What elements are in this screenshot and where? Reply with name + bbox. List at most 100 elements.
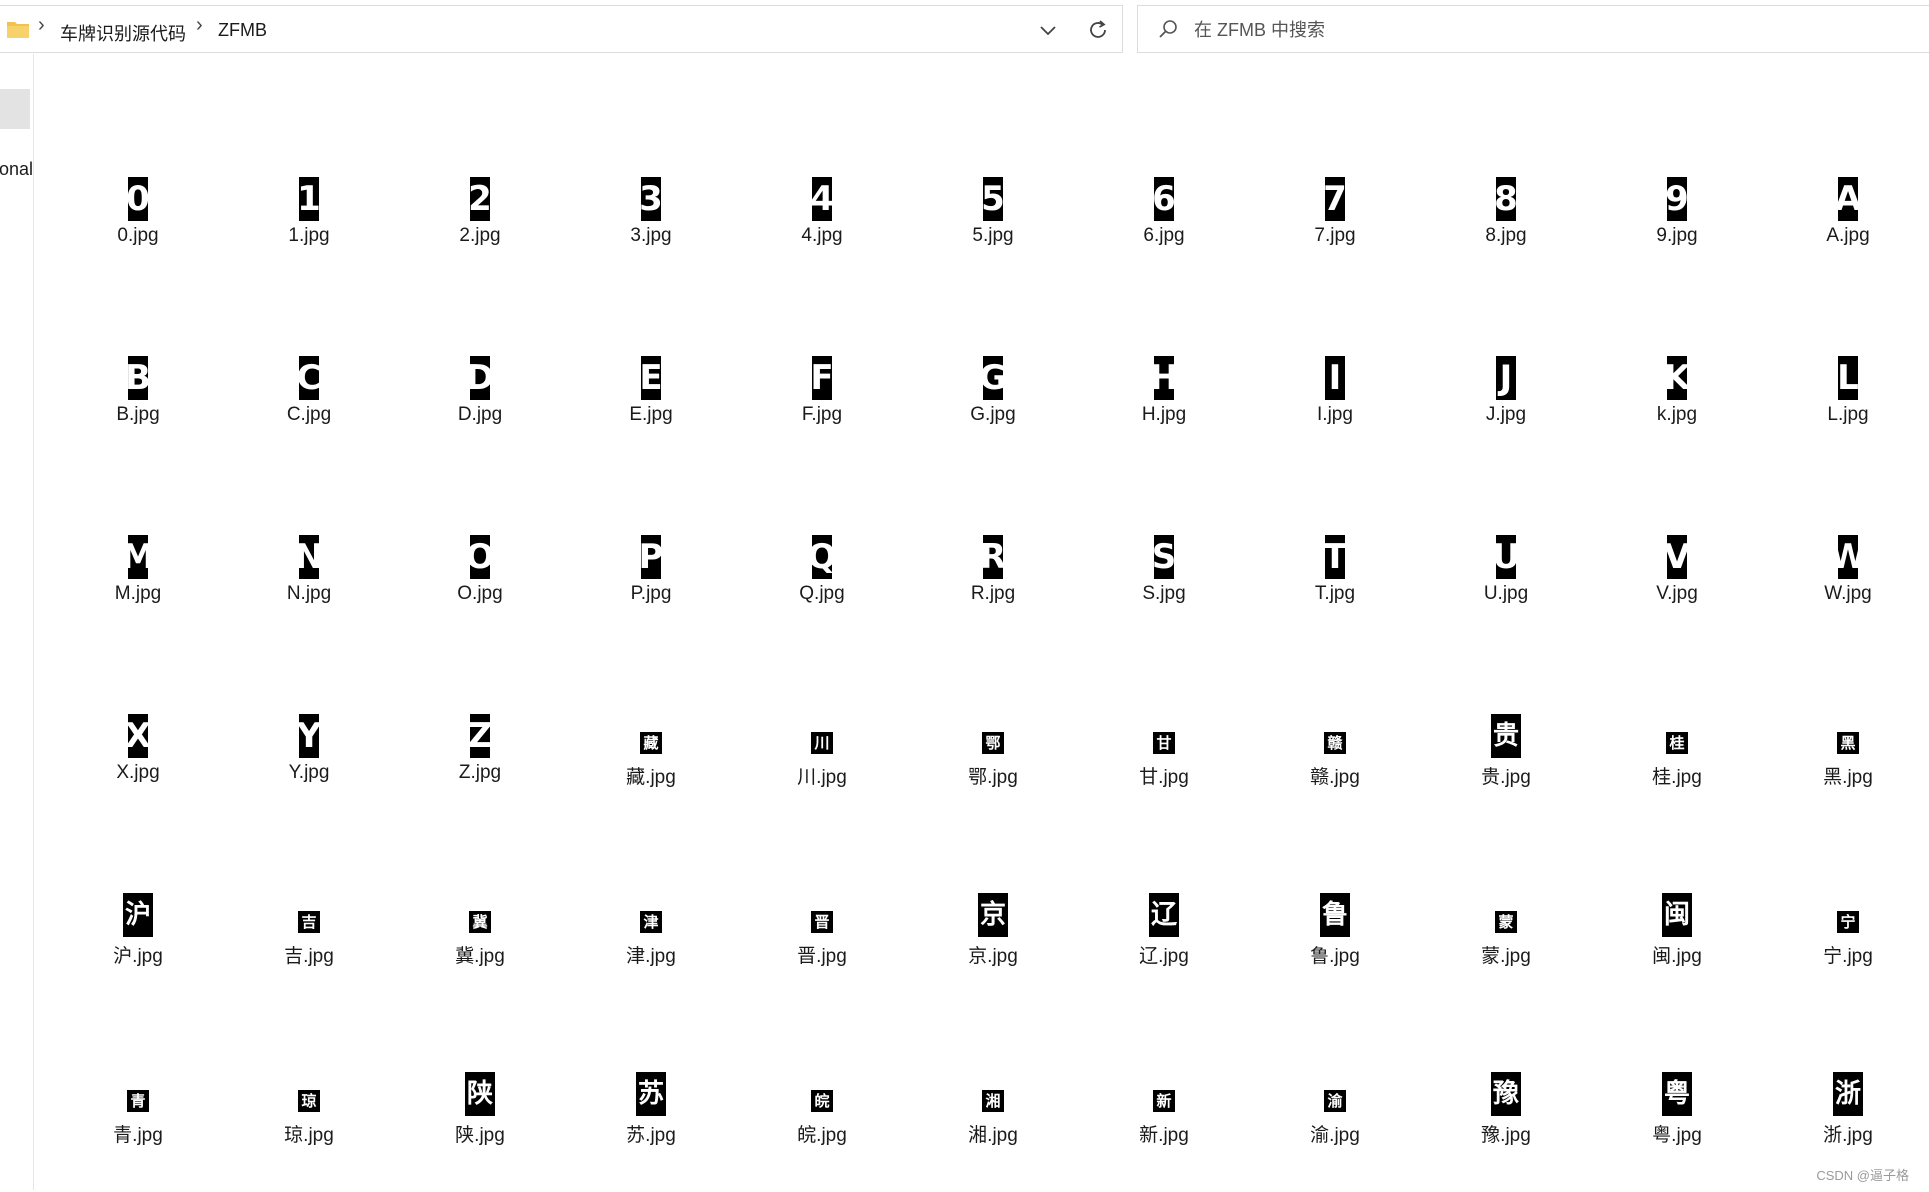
file-item[interactable]: 赣赣.jpg [1260,714,1410,834]
file-item[interactable]: 沪沪.jpg [63,893,213,1013]
file-thumbnail: 7 [1325,177,1345,221]
file-name: 辽.jpg [1139,946,1189,967]
file-item[interactable]: 9 9.jpg [1602,177,1752,297]
file-item[interactable]: M M.jpg [63,535,213,655]
file-item[interactable]: 4 4.jpg [747,177,897,297]
file-item[interactable]: Y Y.jpg [234,714,384,834]
file-item[interactable]: C C.jpg [234,356,384,476]
file-item[interactable]: 京京.jpg [918,893,1068,1013]
file-item[interactable]: 川川.jpg [747,714,897,834]
file-item[interactable]: 黑黑.jpg [1773,714,1923,834]
file-item[interactable]: P P.jpg [576,535,726,655]
file-item[interactable]: 陕陕.jpg [405,1072,555,1192]
file-item[interactable]: Kk.jpg [1602,356,1752,476]
file-item[interactable]: S S.jpg [1089,535,1239,655]
file-item[interactable]: 豫豫.jpg [1431,1072,1581,1192]
file-thumbnail: 黑 [1837,732,1859,754]
file-thumbnail: L [1838,356,1858,400]
file-item[interactable]: 鲁鲁.jpg [1260,893,1410,1013]
file-item[interactable]: 5 5.jpg [918,177,1068,297]
file-item[interactable]: U U.jpg [1431,535,1581,655]
file-name: 贵.jpg [1481,767,1531,788]
file-item[interactable]: 鄂鄂.jpg [918,714,1068,834]
file-thumbnail: 辽 [1149,893,1179,937]
file-name: 皖.jpg [797,1125,847,1146]
file-name: W.jpg [1824,583,1872,604]
file-thumbnail: P [641,535,661,579]
file-item[interactable]: 藏藏.jpg [576,714,726,834]
file-thumbnail: O [470,535,490,579]
file-item[interactable]: T T.jpg [1260,535,1410,655]
file-item[interactable]: 7 7.jpg [1260,177,1410,297]
file-item[interactable]: Z Z.jpg [405,714,555,834]
file-name: 闽.jpg [1652,946,1702,967]
file-thumbnail: 3 [641,177,661,221]
file-item[interactable]: I I.jpg [1260,356,1410,476]
file-name: S.jpg [1142,583,1186,604]
file-name: I.jpg [1317,404,1353,425]
file-item[interactable]: F F.jpg [747,356,897,476]
file-thumbnail: 贵 [1491,714,1521,758]
file-item[interactable]: O O.jpg [405,535,555,655]
file-item[interactable]: 贵贵.jpg [1431,714,1581,834]
file-item[interactable]: 晋晋.jpg [747,893,897,1013]
file-item[interactable]: 新新.jpg [1089,1072,1239,1192]
file-item[interactable]: J J.jpg [1431,356,1581,476]
file-item[interactable]: W W.jpg [1773,535,1923,655]
file-item[interactable]: 1 1.jpg [234,177,384,297]
file-item[interactable]: R R.jpg [918,535,1068,655]
file-name: 琼.jpg [284,1125,334,1146]
file-item[interactable]: 渝渝.jpg [1260,1072,1410,1192]
file-name: 渝.jpg [1310,1125,1360,1146]
file-item[interactable]: 青青.jpg [63,1072,213,1192]
file-item[interactable]: Q Q.jpg [747,535,897,655]
file-item[interactable]: N N.jpg [234,535,384,655]
file-thumbnail: A [1838,177,1858,221]
file-item[interactable]: 8 8.jpg [1431,177,1581,297]
file-item[interactable]: V V.jpg [1602,535,1752,655]
file-item[interactable]: L L.jpg [1773,356,1923,476]
file-item[interactable]: 2 2.jpg [405,177,555,297]
watermark: CSDN @逼子格 [1816,1168,1909,1183]
file-name: O.jpg [457,583,503,604]
file-item[interactable]: D D.jpg [405,356,555,476]
file-name: J.jpg [1485,404,1527,425]
file-thumbnail: J [1496,356,1516,400]
file-thumbnail: 沪 [123,893,153,937]
file-item[interactable]: 0 0.jpg [63,177,213,297]
file-thumbnail: 湘 [982,1090,1004,1112]
file-item[interactable]: E E.jpg [576,356,726,476]
file-name: 苏.jpg [626,1125,676,1146]
file-item[interactable]: 6 6.jpg [1089,177,1239,297]
file-item[interactable]: 皖皖.jpg [747,1072,897,1192]
file-item[interactable]: B B.jpg [63,356,213,476]
file-item[interactable]: 苏苏.jpg [576,1072,726,1192]
file-name: 豫.jpg [1481,1125,1531,1146]
file-item[interactable]: 湘湘.jpg [918,1072,1068,1192]
file-thumbnail: R [983,535,1003,579]
file-item[interactable]: 辽辽.jpg [1089,893,1239,1013]
file-item[interactable]: 津津.jpg [576,893,726,1013]
file-item[interactable]: A A.jpg [1773,177,1923,297]
file-thumbnail: 浙 [1833,1072,1863,1116]
file-item[interactable]: 蒙蒙.jpg [1431,893,1581,1013]
file-item[interactable]: 宁宁.jpg [1773,893,1923,1013]
file-item[interactable]: 冀冀.jpg [405,893,555,1013]
file-name: 6.jpg [1143,225,1185,246]
file-thumbnail: Q [812,535,832,579]
file-name: B.jpg [116,404,160,425]
file-item[interactable]: X X.jpg [63,714,213,834]
file-thumbnail: 渝 [1324,1090,1346,1112]
file-item[interactable]: 粤粤.jpg [1602,1072,1752,1192]
file-item[interactable]: 吉吉.jpg [234,893,384,1013]
file-item[interactable]: 桂桂.jpg [1602,714,1752,834]
file-item[interactable]: 闽闽.jpg [1602,893,1752,1013]
file-item[interactable]: 琼琼.jpg [234,1072,384,1192]
file-item[interactable]: 甘甘.jpg [1089,714,1239,834]
file-item[interactable]: 3 3.jpg [576,177,726,297]
file-item[interactable]: H H.jpg [1089,356,1239,476]
file-item[interactable]: G G.jpg [918,356,1068,476]
file-thumbnail: 吉 [298,911,320,933]
file-thumbnail: U [1496,535,1516,579]
file-thumbnail: 8 [1496,177,1516,221]
